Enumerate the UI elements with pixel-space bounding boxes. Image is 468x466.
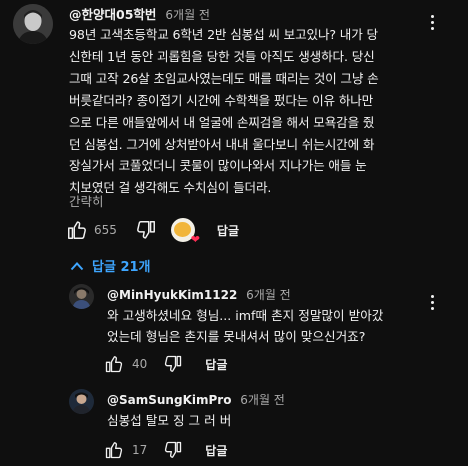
comment-body: 98년 고색초등학교 6학년 2반 심봉섭 씨 보고있나? 내가 당신한테 1년… <box>69 24 441 199</box>
reply-header: @SamSungKimPro 6개월 전 <box>107 391 285 408</box>
comment-line: 으로 다른 애들앞에서 내 얼굴에 손찌검을 해서 모욕감을 줬 <box>69 114 375 130</box>
thumb-down-icon[interactable] <box>163 440 183 460</box>
more-vert-icon[interactable] <box>424 292 440 312</box>
reply-button[interactable]: 답글 <box>217 222 239 239</box>
heart-icon: ❤ <box>190 233 200 246</box>
like-count: 17 <box>132 443 148 457</box>
reply-actions: 40 답글 <box>104 354 227 374</box>
reply-body: 와 고생하셨네요 형님... imf때 촌지 정말많이 받아갔었는데 형님은 촌… <box>107 305 383 347</box>
reply-author[interactable]: @MinHyukKim1122 <box>107 288 237 302</box>
comment-line: 98년 고색초등학교 6학년 2반 심봉섭 씨 보고있나? 내가 당 <box>69 27 378 42</box>
thumb-down-icon[interactable] <box>163 354 183 374</box>
show-less-button[interactable]: 간략히 <box>69 191 104 210</box>
comment-line: 치보였던 걸 생각해도 수치심이 들더라. <box>69 180 272 196</box>
reply-actions: 17 답글 <box>104 440 227 460</box>
comment-line: 신한테 1년 동안 괴롭힘을 당한 것들 아직도 생생하다. 당신 <box>69 48 375 64</box>
like-count: 40 <box>132 357 148 371</box>
replies-count-label: 답글 21개 <box>92 260 151 275</box>
comment-line: 그때 고작 26살 초임교사였는데도 매를 때리는 것이 그냥 손 <box>69 70 379 86</box>
comment-line: 장실가서 코풀었더니 콧물이 많이나와서 지나가는 애들 눈 <box>69 158 367 174</box>
comment-header: @한양대05학번 6개월 전 <box>69 4 210 23</box>
avatar-image <box>13 4 53 44</box>
thumb-down-icon[interactable] <box>135 219 157 241</box>
reply-avatar[interactable] <box>69 284 94 309</box>
like-count: 655 <box>94 223 117 237</box>
comment-author[interactable]: @한양대05학번 <box>69 7 156 22</box>
chevron-up-icon <box>70 256 84 275</box>
thumb-up-icon[interactable] <box>66 219 88 241</box>
comment-actions: 655 ❤ 답글 <box>66 218 239 245</box>
creator-avatar <box>173 222 191 237</box>
creator-heart[interactable]: ❤ <box>170 218 200 245</box>
thumb-up-icon[interactable] <box>104 440 124 460</box>
comment-line: 버릇같더라? 종이접기 시간에 수학책을 펐다는 이유 하나만 <box>69 92 374 108</box>
comment-line: 던 심봉섭. 그거에 상처받아서 내내 울다보니 쉬는시간에 화 <box>69 136 375 152</box>
comment-thread: @한양대05학번 6개월 전 98년 고색초등학교 6학년 2반 심봉섭 씨 보… <box>0 0 468 466</box>
reply-time[interactable]: 6개월 전 <box>246 288 291 302</box>
replies-toggle[interactable]: 답글 21개 <box>70 256 151 275</box>
avatar[interactable] <box>13 4 53 44</box>
reply-button[interactable]: 답글 <box>205 356 227 373</box>
reply-line: 와 고생하셨네요 형님... imf때 촌지 정말많이 받아갔 <box>107 308 384 323</box>
reply-header: @MinHyukKim1122 6개월 전 <box>107 286 291 303</box>
reply-time[interactable]: 6개월 전 <box>240 393 285 407</box>
comment-time[interactable]: 6개월 전 <box>165 8 210 22</box>
reply-avatar[interactable] <box>69 389 94 414</box>
reply-body: 심봉섭 탈모 징 그 러 버 <box>107 410 231 431</box>
reply-line: 심봉섭 탈모 징 그 러 버 <box>107 413 232 428</box>
reply-author[interactable]: @SamSungKimPro <box>107 393 231 407</box>
reply-line: 었는데 형님은 촌지를 못내셔서 많이 맞으신거죠? <box>107 329 366 344</box>
thumb-up-icon[interactable] <box>104 354 124 374</box>
reply-button[interactable]: 답글 <box>205 442 227 459</box>
